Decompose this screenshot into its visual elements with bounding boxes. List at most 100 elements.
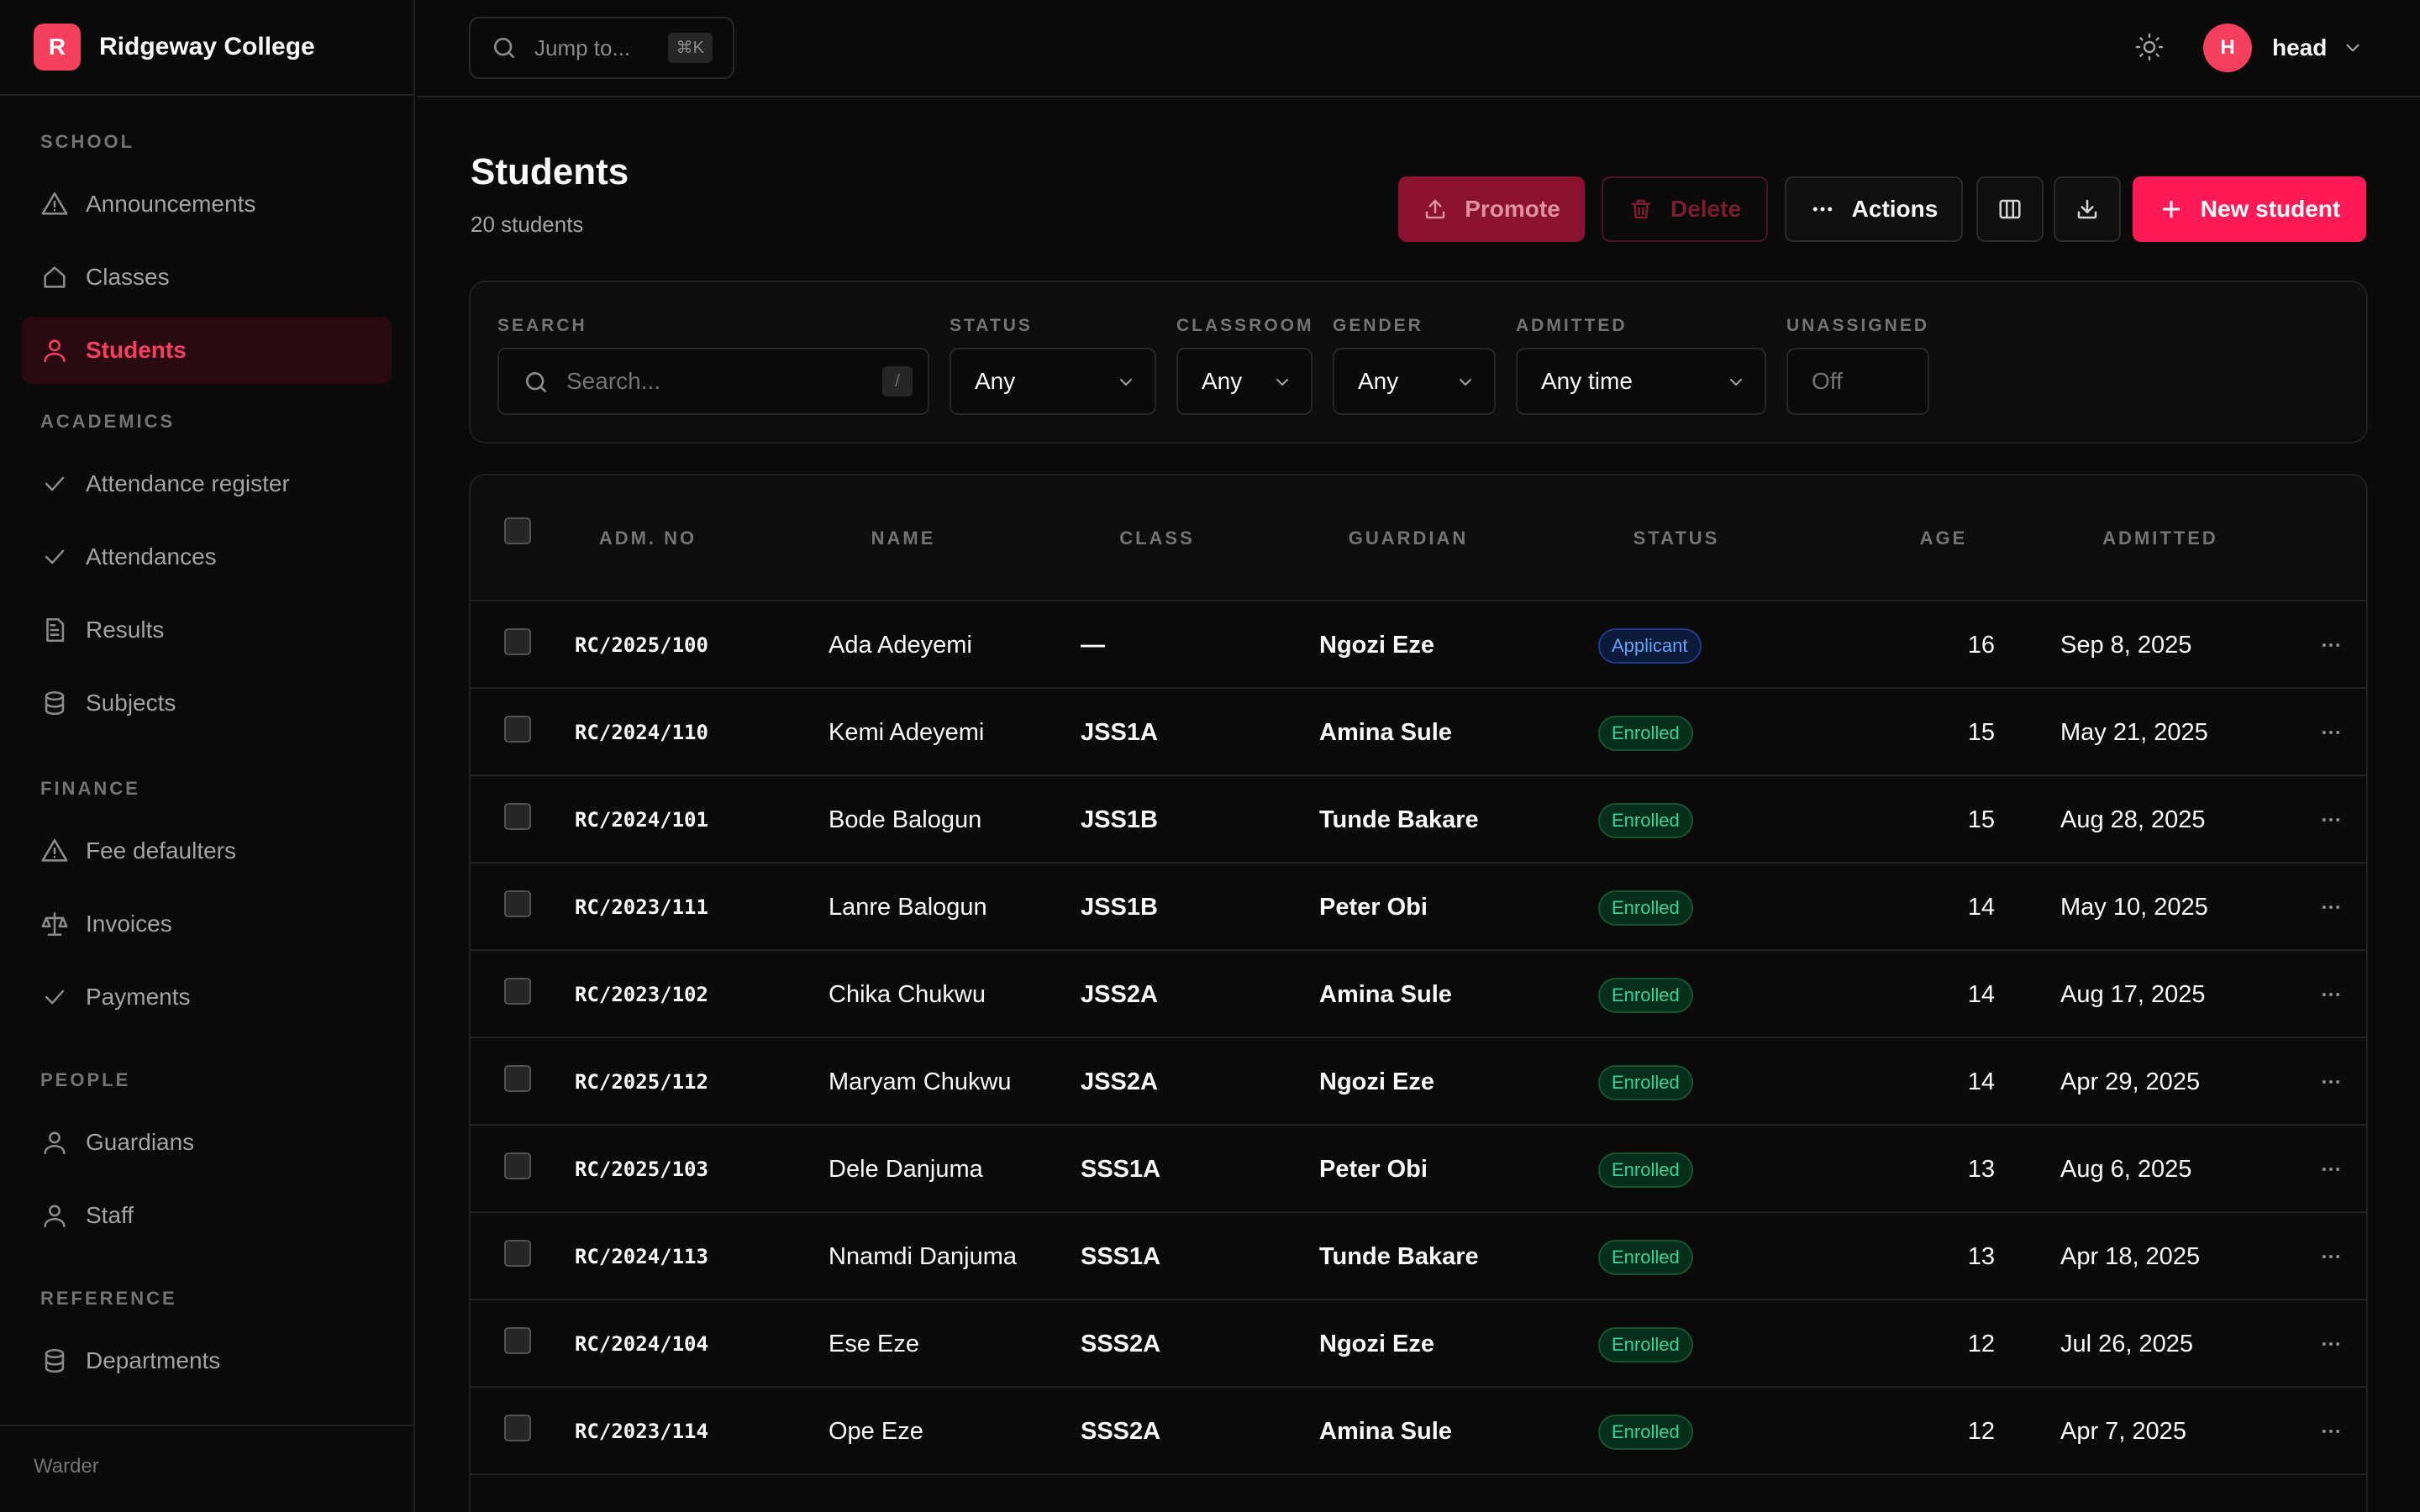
column-adm-no[interactable]: ADM. NO: [593, 528, 702, 549]
new-student-button[interactable]: New student: [2133, 176, 2366, 242]
guardian-name[interactable]: Tunde Bakare: [1319, 1213, 1479, 1300]
row-checkbox[interactable]: [504, 890, 531, 917]
sun-icon[interactable]: [2134, 32, 2165, 62]
trash-icon: [1628, 197, 1654, 222]
sidebar-item-payments[interactable]: Payments: [22, 963, 392, 1031]
export-button[interactable]: [2054, 176, 2121, 242]
student-name[interactable]: Maryam Chukwu: [829, 1038, 1012, 1126]
admitted-date: Apr 7, 2025: [2060, 1418, 2186, 1445]
student-name[interactable]: Dele Danjuma: [829, 1126, 983, 1213]
guardian-name[interactable]: Peter Obi: [1319, 1126, 1428, 1213]
row-actions-icon[interactable]: [2319, 1245, 2343, 1268]
guardian-name[interactable]: Amina Sule: [1319, 951, 1452, 1038]
student-name[interactable]: Nnamdi Danjuma: [829, 1213, 1017, 1300]
row-checkbox[interactable]: [504, 716, 531, 743]
sidebar-item-students[interactable]: Students: [22, 317, 392, 384]
guardian-name[interactable]: Tunde Bakare: [1319, 776, 1479, 864]
sidebar-item-results[interactable]: Results: [22, 596, 392, 664]
sidebar-item-attendances[interactable]: Attendances: [22, 523, 392, 591]
jump-to-search[interactable]: Jump to... ⌘K: [469, 17, 734, 79]
actions-button[interactable]: Actions: [1785, 176, 1963, 242]
table-row[interactable]: RC/2025/103 Dele Danjuma SSS1A Peter Obi Enr…: [471, 1126, 2366, 1213]
chevron-down-icon: [1272, 372, 1292, 392]
column-name[interactable]: NAME: [849, 528, 958, 549]
delete-button[interactable]: Delete: [1602, 176, 1768, 242]
promote-button[interactable]: Promote: [1398, 176, 1585, 242]
student-name[interactable]: Lanre Balogun: [829, 864, 987, 951]
gender-select[interactable]: Any: [1333, 348, 1496, 415]
sidebar-item-classes[interactable]: Classes: [22, 244, 392, 311]
classroom-select[interactable]: Any: [1176, 348, 1313, 415]
select-all-checkbox[interactable]: [504, 517, 531, 544]
chevron-down-icon: [1116, 372, 1136, 392]
student-name[interactable]: Ese Eze: [829, 1300, 919, 1388]
row-checkbox[interactable]: [504, 1065, 531, 1092]
sidebar-item-fee-defaulters[interactable]: Fee defaulters: [22, 817, 392, 885]
admission-number: RC/2025/112: [575, 1070, 708, 1094]
unassigned-toggle[interactable]: Off: [1786, 348, 1929, 415]
row-actions-icon[interactable]: [2319, 808, 2343, 832]
table-row[interactable]: RC/2023/114 Ope Eze SSS2A Amina Sule Enrolle…: [471, 1388, 2366, 1475]
student-name[interactable]: Bode Balogun: [829, 776, 981, 864]
status-badge: Enrolled: [1598, 1152, 1693, 1188]
guardian-name[interactable]: Peter Obi: [1319, 864, 1428, 951]
columns-button[interactable]: [1976, 176, 2044, 242]
row-checkbox[interactable]: [504, 803, 531, 830]
search-filter-label: SEARCH: [497, 316, 587, 335]
guardian-name[interactable]: Ngozi Eze: [1319, 1300, 1434, 1388]
column-guardian[interactable]: GUARDIAN: [1341, 528, 1476, 549]
sidebar-item-invoices[interactable]: Invoices: [22, 890, 392, 958]
column-age[interactable]: AGE: [1906, 528, 1981, 549]
row-checkbox[interactable]: [504, 1240, 531, 1267]
status-select[interactable]: Any: [950, 348, 1156, 415]
row-actions-icon[interactable]: [2319, 633, 2343, 657]
table-row[interactable]: RC/2024/110 Kemi Adeyemi JSS1A Amina Sule En…: [471, 689, 2366, 776]
sidebar-item-attendance-register[interactable]: Attendance register: [22, 450, 392, 517]
table-row[interactable]: RC/2023/102 Chika Chukwu JSS2A Amina Sule En…: [471, 951, 2366, 1038]
guardian-name[interactable]: Amina Sule: [1319, 1388, 1452, 1475]
row-actions-icon[interactable]: [2319, 1332, 2343, 1356]
row-actions-icon[interactable]: [2319, 1420, 2343, 1443]
student-name[interactable]: Chika Chukwu: [829, 951, 986, 1038]
admitted-date: Aug 17, 2025: [2060, 981, 2206, 1008]
row-actions-icon[interactable]: [2319, 983, 2343, 1006]
table-row[interactable]: RC/2023/111 Lanre Balogun JSS1B Peter Obi En…: [471, 864, 2366, 951]
student-name[interactable]: Ope Eze: [829, 1388, 923, 1475]
user-menu[interactable]: H head: [2203, 24, 2364, 72]
sidebar-item-departments[interactable]: Departments: [22, 1327, 392, 1394]
admitted-select[interactable]: Any time: [1516, 348, 1766, 415]
column-class[interactable]: CLASS: [1102, 528, 1212, 549]
admitted-date: Apr 29, 2025: [2060, 1068, 2201, 1095]
brand[interactable]: R Ridgeway College: [0, 0, 413, 96]
row-checkbox[interactable]: [504, 628, 531, 655]
guardian-name[interactable]: Ngozi Eze: [1319, 1038, 1434, 1126]
row-actions-icon[interactable]: [2319, 1070, 2343, 1094]
sidebar-item-staff[interactable]: Staff: [22, 1182, 392, 1249]
row-actions-icon[interactable]: [2319, 895, 2343, 919]
row-checkbox[interactable]: [504, 978, 531, 1005]
scale-icon: [40, 910, 69, 938]
table-row[interactable]: RC/2025/100 Ada Adeyemi — Ngozi Eze Applican…: [471, 601, 2366, 689]
table-row[interactable]: RC/2024/104 Ese Eze SSS2A Ngozi Eze Enrolled…: [471, 1300, 2366, 1388]
guardian-name[interactable]: Ngozi Eze: [1319, 601, 1434, 689]
sidebar-item-subjects[interactable]: Subjects: [22, 669, 392, 737]
row-actions-icon[interactable]: [2319, 1158, 2343, 1181]
student-age: 16: [1967, 632, 1995, 659]
sidebar-item-announcements[interactable]: Announcements: [22, 171, 392, 238]
column-status[interactable]: STATUS: [1613, 528, 1739, 549]
student-class: JSS2A: [1081, 1068, 1158, 1095]
table-row[interactable]: RC/2024/101 Bode Balogun JSS1B Tunde Bakare…: [471, 776, 2366, 864]
guardian-name[interactable]: Amina Sule: [1319, 689, 1452, 776]
table-row[interactable]: RC/2025/112 Maryam Chukwu JSS2A Ngozi Eze En…: [471, 1038, 2366, 1126]
row-checkbox[interactable]: [504, 1415, 531, 1441]
table-row[interactable]: RC/2024/113 Nnamdi Danjuma SSS1A Tunde Baka…: [471, 1213, 2366, 1300]
row-checkbox[interactable]: [504, 1327, 531, 1354]
row-checkbox[interactable]: [504, 1152, 531, 1179]
sidebar-item-guardians[interactable]: Guardians: [22, 1109, 392, 1176]
row-actions-icon[interactable]: [2319, 721, 2343, 744]
classroom-select-value: Any: [1202, 368, 1243, 394]
search-input[interactable]: Search... /: [497, 348, 929, 415]
student-name[interactable]: Kemi Adeyemi: [829, 689, 984, 776]
student-name[interactable]: Ada Adeyemi: [829, 601, 972, 689]
column-admitted[interactable]: ADMITTED: [2089, 528, 2232, 549]
